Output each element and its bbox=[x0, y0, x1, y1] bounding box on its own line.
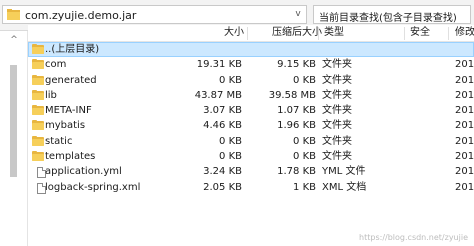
file-size: 3.07 KB bbox=[203, 105, 242, 117]
column-size[interactable]: 大小 bbox=[224, 25, 244, 41]
file-date: 2018 bbox=[455, 120, 474, 132]
file-size: 3.24 KB bbox=[203, 166, 242, 178]
folder-icon bbox=[32, 120, 44, 131]
column-divider[interactable] bbox=[404, 27, 405, 40]
file-icon bbox=[32, 166, 46, 179]
file-type: XML 文档 bbox=[322, 181, 367, 193]
list-item[interactable]: mybatis 4.46 KB 1.96 KB 文件夹 2018 bbox=[28, 118, 474, 133]
file-compressed-size: 0 KB bbox=[293, 151, 316, 163]
file-compressed-size: 0 KB bbox=[293, 135, 316, 147]
left-panel: ^ bbox=[0, 31, 28, 246]
file-name: templates bbox=[45, 151, 96, 163]
file-date: 2018 bbox=[455, 135, 474, 147]
file-name: generated bbox=[45, 74, 97, 86]
list-item[interactable]: META-INF 3.07 KB 1.07 KB 文件夹 2018 bbox=[28, 103, 474, 118]
list-item[interactable]: ..(上层目录) bbox=[28, 42, 474, 58]
file-date: 2018 bbox=[455, 89, 474, 101]
search-placeholder: 当前目录查找(包含子目录查找) bbox=[319, 13, 457, 24]
file-name: com bbox=[45, 59, 67, 71]
file-size: 4.46 KB bbox=[203, 120, 242, 132]
path-field[interactable]: com.zyujie.demo.jar v bbox=[2, 5, 307, 24]
folder-icon bbox=[32, 89, 44, 100]
file-size: 2.05 KB bbox=[203, 181, 242, 193]
file-size: 19.31 KB bbox=[196, 59, 242, 71]
file-name: static bbox=[45, 135, 73, 147]
file-compressed-size: 0 KB bbox=[293, 74, 316, 86]
file-type: 文件夹 bbox=[322, 89, 352, 101]
file-icon bbox=[32, 182, 46, 194]
folder-icon bbox=[32, 44, 44, 54]
list-item[interactable]: generated 0 KB 0 KB 文件夹 2018 bbox=[28, 73, 474, 88]
file-compressed-size: 9.15 KB bbox=[277, 59, 316, 71]
file-name: mybatis bbox=[45, 120, 86, 132]
file-compressed-size: 1 KB bbox=[293, 181, 316, 193]
file-list: ..(上层目录) com 19.31 KB 9.15 KB 文件夹 2018 g… bbox=[28, 42, 474, 195]
file-date: 2018 bbox=[455, 166, 474, 178]
folder-icon bbox=[32, 105, 44, 116]
file-date: 2018 bbox=[455, 181, 474, 193]
folder-icon bbox=[32, 151, 44, 162]
file-type: 文件夹 bbox=[322, 120, 352, 132]
column-divider[interactable] bbox=[448, 27, 449, 40]
file-size: 0 KB bbox=[219, 135, 242, 147]
file-size: 0 KB bbox=[219, 74, 242, 86]
file-size: 43.87 MB bbox=[194, 89, 242, 101]
file-name: lib bbox=[45, 89, 57, 101]
path-dropdown-button[interactable]: v bbox=[290, 7, 306, 22]
file-date: 2018 bbox=[455, 59, 474, 71]
file-compressed-size: 1.96 KB bbox=[277, 120, 316, 132]
list-item[interactable]: lib 43.87 MB 39.58 MB 文件夹 2018 bbox=[28, 88, 474, 103]
file-name: application.yml bbox=[45, 166, 122, 178]
path-text: com.zyujie.demo.jar bbox=[25, 9, 137, 22]
search-input[interactable]: 当前目录查找(包含子目录查找) bbox=[313, 5, 471, 24]
column-header: 大小 压缩后大小 类型 安全 修改 bbox=[28, 25, 474, 42]
column-compressed[interactable]: 压缩后大小 bbox=[272, 25, 322, 41]
file-size: 0 KB bbox=[219, 151, 242, 163]
folder-icon bbox=[32, 74, 44, 85]
list-item[interactable]: templates 0 KB 0 KB 文件夹 2018 bbox=[28, 149, 474, 164]
column-type[interactable]: 类型 bbox=[324, 25, 344, 41]
file-name: META-INF bbox=[45, 105, 92, 117]
archive-folder-icon bbox=[7, 9, 20, 20]
file-compressed-size: 1.07 KB bbox=[277, 105, 316, 117]
watermark: https://blog.csdn.net/zyujie bbox=[359, 233, 468, 242]
file-type: 文件夹 bbox=[322, 105, 352, 117]
file-date: 2018 bbox=[455, 74, 474, 86]
file-compressed-size: 39.58 MB bbox=[268, 89, 316, 101]
list-item[interactable]: logback-spring.xml 2.05 KB 1 KB XML 文档 2… bbox=[28, 180, 474, 195]
file-type: 文件夹 bbox=[322, 135, 352, 147]
file-name: ..(上层目录) bbox=[45, 44, 100, 55]
file-type: YML 文件 bbox=[322, 166, 366, 178]
list-item[interactable]: application.yml 3.24 KB 1.78 KB YML 文件 2… bbox=[28, 164, 474, 179]
list-item[interactable]: com 19.31 KB 9.15 KB 文件夹 2018 bbox=[28, 57, 474, 72]
file-date: 2018 bbox=[455, 105, 474, 117]
left-scrollbar[interactable] bbox=[10, 65, 17, 177]
column-divider[interactable] bbox=[318, 27, 319, 40]
file-compressed-size: 1.78 KB bbox=[277, 166, 316, 178]
collapse-arrow-icon[interactable]: ^ bbox=[9, 35, 19, 45]
column-date[interactable]: 修改 bbox=[455, 25, 474, 41]
file-type: 文件夹 bbox=[322, 74, 352, 86]
folder-icon bbox=[32, 135, 44, 146]
file-name: logback-spring.xml bbox=[45, 181, 141, 193]
column-security[interactable]: 安全 bbox=[410, 25, 430, 41]
column-divider[interactable] bbox=[247, 27, 248, 40]
file-type: 文件夹 bbox=[322, 59, 352, 71]
file-date: 2018 bbox=[455, 151, 474, 163]
list-item[interactable]: static 0 KB 0 KB 文件夹 2018 bbox=[28, 134, 474, 149]
folder-icon bbox=[32, 59, 44, 70]
file-type: 文件夹 bbox=[322, 151, 352, 163]
